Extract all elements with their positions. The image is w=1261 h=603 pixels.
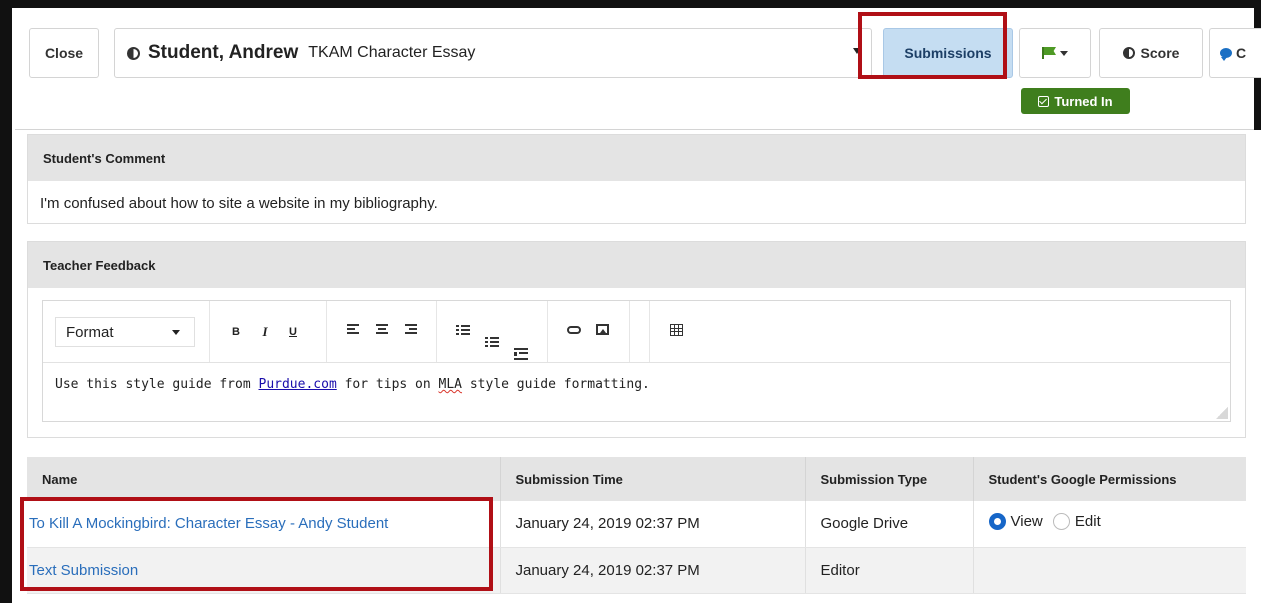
align-center-icon[interactable] bbox=[376, 324, 390, 336]
feedback-editor-body[interactable]: Use this style guide from Purdue.com for… bbox=[43, 363, 1230, 392]
align-right-icon[interactable] bbox=[405, 324, 419, 336]
bold-button[interactable]: B bbox=[227, 323, 245, 341]
resize-handle[interactable] bbox=[1216, 407, 1228, 419]
toolbar-divider bbox=[436, 301, 437, 362]
submissions-highlight-box bbox=[858, 12, 1007, 79]
feedback-editor[interactable]: Format B I U Use this style guide from P… bbox=[42, 300, 1231, 422]
submission-type-cell: Google Drive bbox=[805, 501, 974, 548]
purdue-link[interactable]: Purdue.com bbox=[259, 377, 337, 392]
app-frame: Close Student, Andrew TKAM Character Ess… bbox=[0, 0, 1261, 603]
student-comment-panel: Student's Comment I'm confused about how… bbox=[27, 134, 1246, 224]
permission-edit-label: Edit bbox=[1074, 513, 1101, 531]
caret-down-icon bbox=[172, 330, 180, 335]
misspelled-word: MLA bbox=[438, 377, 463, 392]
link-icon[interactable] bbox=[567, 326, 581, 334]
column-header-google-permissions[interactable]: Student's Google Permissions bbox=[973, 457, 1246, 501]
checkbox-icon bbox=[1038, 95, 1050, 107]
frame-border-left bbox=[0, 0, 12, 603]
toolbar-divider bbox=[209, 301, 210, 362]
teacher-feedback-title: Teacher Feedback bbox=[28, 242, 1245, 288]
toolbar-divider bbox=[326, 301, 327, 362]
feedback-text-part: for tips on bbox=[336, 377, 439, 392]
half-circle-icon bbox=[127, 46, 140, 60]
student-name: Student, Andrew bbox=[148, 42, 299, 63]
editor-toolbar: Format B I U bbox=[43, 301, 1230, 363]
table-header-row: Name Submission Time Submission Type Stu… bbox=[27, 457, 1246, 501]
score-label: Score bbox=[1140, 45, 1180, 61]
submission-names-highlight-box bbox=[20, 497, 493, 591]
student-comment-title: Student's Comment bbox=[28, 135, 1245, 181]
comments-label: C bbox=[1236, 45, 1247, 61]
underline-button[interactable]: U bbox=[284, 323, 302, 341]
assignment-name: TKAM Character Essay bbox=[308, 44, 476, 61]
student-comment-text: I'm confused about how to site a website… bbox=[40, 195, 438, 212]
toolbar-divider bbox=[629, 301, 630, 362]
toolbar-divider bbox=[649, 301, 650, 362]
flag-icon bbox=[1042, 47, 1056, 59]
turned-in-label: Turned In bbox=[1054, 93, 1113, 109]
turned-in-badge: Turned In bbox=[1021, 88, 1130, 114]
flag-menu-button[interactable] bbox=[1019, 28, 1091, 78]
format-select-value: Format bbox=[66, 323, 114, 341]
score-button[interactable]: Score bbox=[1099, 28, 1203, 78]
toolbar-divider bbox=[547, 301, 548, 362]
teacher-feedback-panel: Teacher Feedback Format B I U Use this s… bbox=[27, 241, 1246, 438]
submission-type-cell: Editor bbox=[805, 547, 974, 594]
permission-view-option[interactable]: View bbox=[988, 513, 1043, 531]
google-permissions-cell: View Edit bbox=[973, 501, 1246, 548]
caret-down-icon bbox=[1060, 50, 1068, 56]
half-circle-icon bbox=[1122, 47, 1135, 59]
grading-toolbar: Close Student, Andrew TKAM Character Ess… bbox=[15, 8, 1261, 130]
numbered-list-icon[interactable] bbox=[485, 336, 499, 348]
comments-button[interactable]: C bbox=[1209, 28, 1261, 78]
italic-button[interactable]: I bbox=[256, 323, 274, 341]
image-icon[interactable] bbox=[596, 324, 609, 335]
feedback-text-part: style guide formatting. bbox=[462, 377, 650, 392]
radio-selected-icon[interactable] bbox=[988, 513, 1006, 531]
indent-icon[interactable] bbox=[514, 348, 528, 360]
comment-bubble-icon bbox=[1220, 48, 1232, 61]
submission-time-cell: January 24, 2019 02:37 PM bbox=[500, 547, 806, 594]
close-button[interactable]: Close bbox=[29, 28, 99, 78]
submission-time-cell: January 24, 2019 02:37 PM bbox=[500, 501, 806, 548]
column-header-submission-time[interactable]: Submission Time bbox=[500, 457, 806, 501]
column-header-submission-type[interactable]: Submission Type bbox=[805, 457, 974, 501]
table-icon[interactable] bbox=[670, 324, 683, 336]
bullet-list-icon[interactable] bbox=[456, 324, 470, 336]
align-left-icon[interactable] bbox=[347, 324, 361, 336]
radio-unselected-icon[interactable] bbox=[1052, 513, 1070, 531]
frame-border-top bbox=[0, 0, 1261, 8]
permission-view-label: View bbox=[1010, 513, 1043, 531]
student-assignment-select[interactable]: Student, Andrew TKAM Character Essay bbox=[114, 28, 872, 78]
permission-edit-option[interactable]: Edit bbox=[1052, 513, 1101, 531]
google-permissions-cell bbox=[973, 547, 1246, 594]
feedback-text-part: Use this style guide from bbox=[55, 377, 259, 392]
column-header-name[interactable]: Name bbox=[27, 457, 501, 501]
format-select[interactable]: Format bbox=[55, 317, 195, 347]
